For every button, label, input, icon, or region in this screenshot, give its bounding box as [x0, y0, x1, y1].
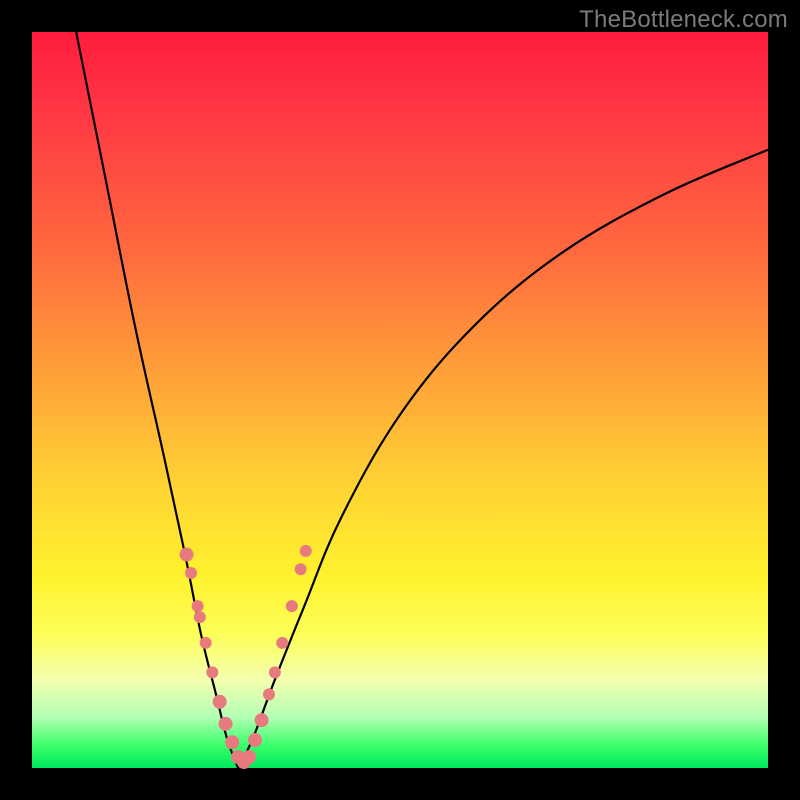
data-point: [295, 563, 307, 575]
data-point: [180, 548, 194, 562]
data-point: [185, 567, 197, 579]
dots-group: [180, 545, 312, 769]
chart-frame: TheBottleneck.com: [0, 0, 800, 800]
data-point: [206, 666, 218, 678]
plot-area: [32, 32, 768, 768]
data-point: [276, 637, 288, 649]
data-point: [263, 688, 275, 700]
data-point: [300, 545, 312, 557]
curve-svg: [32, 32, 768, 768]
data-point: [219, 717, 233, 731]
data-point: [194, 611, 206, 623]
data-point: [242, 750, 256, 764]
watermark-text: TheBottleneck.com: [579, 6, 788, 34]
data-point: [213, 695, 227, 709]
data-point: [248, 733, 262, 747]
data-point: [192, 600, 204, 612]
data-point: [269, 666, 281, 678]
bottleneck-curve: [76, 32, 768, 772]
data-point: [225, 735, 239, 749]
data-point: [200, 637, 212, 649]
data-point: [286, 600, 298, 612]
data-point: [255, 713, 269, 727]
